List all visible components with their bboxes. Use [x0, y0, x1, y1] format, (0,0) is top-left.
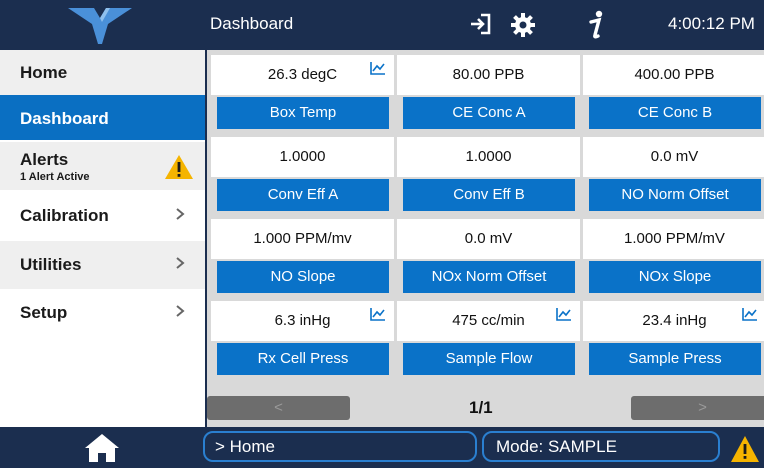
tile-value: 1.0000 [397, 137, 580, 177]
tile-value: 1.000 PPM/mV [583, 219, 764, 259]
tile-value: 0.0 mV [397, 219, 580, 259]
trend-chart-icon[interactable] [370, 307, 386, 321]
top-bar: Dashboard 4:00:12 PM [0, 0, 764, 50]
tile-value: 6.3 inHg [211, 301, 394, 341]
tile-label: NO Slope [217, 261, 389, 293]
tile-value: 1.000 PPM/mv [211, 219, 394, 259]
dashboard-grid: 26.3 degC Box Temp 80.00 PPB CE Conc A 4… [207, 50, 764, 427]
bottom-bar: > Home Mode: SAMPLE [0, 427, 764, 468]
tile-label: NO Norm Offset [589, 179, 761, 211]
logo-icon [68, 8, 132, 44]
breadcrumb[interactable]: > Home [203, 431, 477, 462]
mode-indicator: Mode: SAMPLE [482, 431, 720, 462]
tile-label: Conv Eff A [217, 179, 389, 211]
warning-icon [165, 155, 193, 179]
page-indicator: 1/1 [469, 398, 493, 417]
tile-label: CE Conc B [589, 97, 761, 129]
dashboard-tile[interactable]: 400.00 PPB CE Conc B [583, 55, 764, 132]
next-page-button[interactable]: > [631, 396, 764, 420]
dashboard-tile[interactable]: 1.0000 Conv Eff A [211, 137, 394, 214]
sidebar-item-label: Utilities [20, 255, 82, 274]
tile-value: 80.00 PPB [397, 55, 580, 95]
clock: 4:00:12 PM [668, 14, 755, 33]
dashboard-tile[interactable]: 26.3 degC Box Temp [211, 55, 394, 132]
warning-icon[interactable] [730, 435, 760, 463]
sidebar: Home Dashboard Alerts 1 Alert Active Cal… [0, 50, 207, 427]
dashboard-tile[interactable]: 1.000 PPM/mv NO Slope [211, 219, 394, 296]
sidebar-item-label: Setup [20, 303, 68, 322]
tile-label: CE Conc A [403, 97, 575, 129]
dashboard-tile[interactable]: 0.0 mV NOx Norm Offset [397, 219, 580, 296]
trend-chart-icon[interactable] [370, 61, 386, 75]
chevron-right-icon [175, 241, 185, 289]
dashboard-tile[interactable]: 6.3 inHg Rx Cell Press [211, 301, 394, 378]
tile-value: 400.00 PPB [583, 55, 764, 95]
sidebar-item-dashboard[interactable]: Dashboard [0, 95, 205, 140]
tile-label: Conv Eff B [403, 179, 575, 211]
gear-icon[interactable] [510, 12, 536, 38]
sidebar-item-calibration[interactable]: Calibration [0, 192, 205, 240]
dashboard-tile[interactable]: 475 cc/min Sample Flow [397, 301, 580, 378]
info-icon[interactable] [588, 10, 606, 40]
sidebar-item-label: Home [20, 63, 68, 82]
home-icon [85, 434, 119, 462]
tile-value: 23.4 inHg [583, 301, 764, 341]
sign-in-icon[interactable] [468, 12, 492, 36]
home-button[interactable] [0, 427, 205, 468]
sidebar-item-home[interactable]: Home [0, 50, 205, 95]
trend-chart-icon[interactable] [556, 307, 572, 321]
trend-chart-icon[interactable] [742, 307, 758, 321]
logo [0, 0, 205, 50]
chevron-right-icon [175, 192, 185, 240]
dashboard-tile[interactable]: 1.0000 Conv Eff B [397, 137, 580, 214]
tile-value: 1.0000 [211, 137, 394, 177]
sidebar-item-label: Alerts [20, 150, 69, 169]
sidebar-item-alerts[interactable]: Alerts 1 Alert Active [0, 142, 205, 190]
tile-label: NOx Norm Offset [403, 261, 575, 293]
tile-value: 0.0 mV [583, 137, 764, 177]
alert-count: 1 Alert Active [20, 171, 90, 183]
tile-label: Rx Cell Press [217, 343, 389, 375]
dashboard-tile[interactable]: 1.000 PPM/mV NOx Slope [583, 219, 764, 296]
sidebar-item-utilities[interactable]: Utilities [0, 241, 205, 289]
page-title: Dashboard [210, 14, 294, 33]
dashboard-tile[interactable]: 0.0 mV NO Norm Offset [583, 137, 764, 214]
pager: < 1/1 > [207, 390, 764, 426]
tile-label: Sample Press [589, 343, 761, 375]
tile-value: 475 cc/min [397, 301, 580, 341]
sidebar-item-label: Calibration [20, 206, 109, 225]
dashboard-tile[interactable]: 80.00 PPB CE Conc A [397, 55, 580, 132]
sidebar-item-label: Dashboard [20, 109, 109, 128]
tile-label: NOx Slope [589, 261, 761, 293]
dashboard-tile[interactable]: 23.4 inHg Sample Press [583, 301, 764, 378]
tile-label: Sample Flow [403, 343, 575, 375]
prev-page-button[interactable]: < [207, 396, 350, 420]
tile-label: Box Temp [217, 97, 389, 129]
tile-value: 26.3 degC [211, 55, 394, 95]
chevron-right-icon [175, 290, 185, 336]
sidebar-item-setup[interactable]: Setup [0, 290, 205, 336]
